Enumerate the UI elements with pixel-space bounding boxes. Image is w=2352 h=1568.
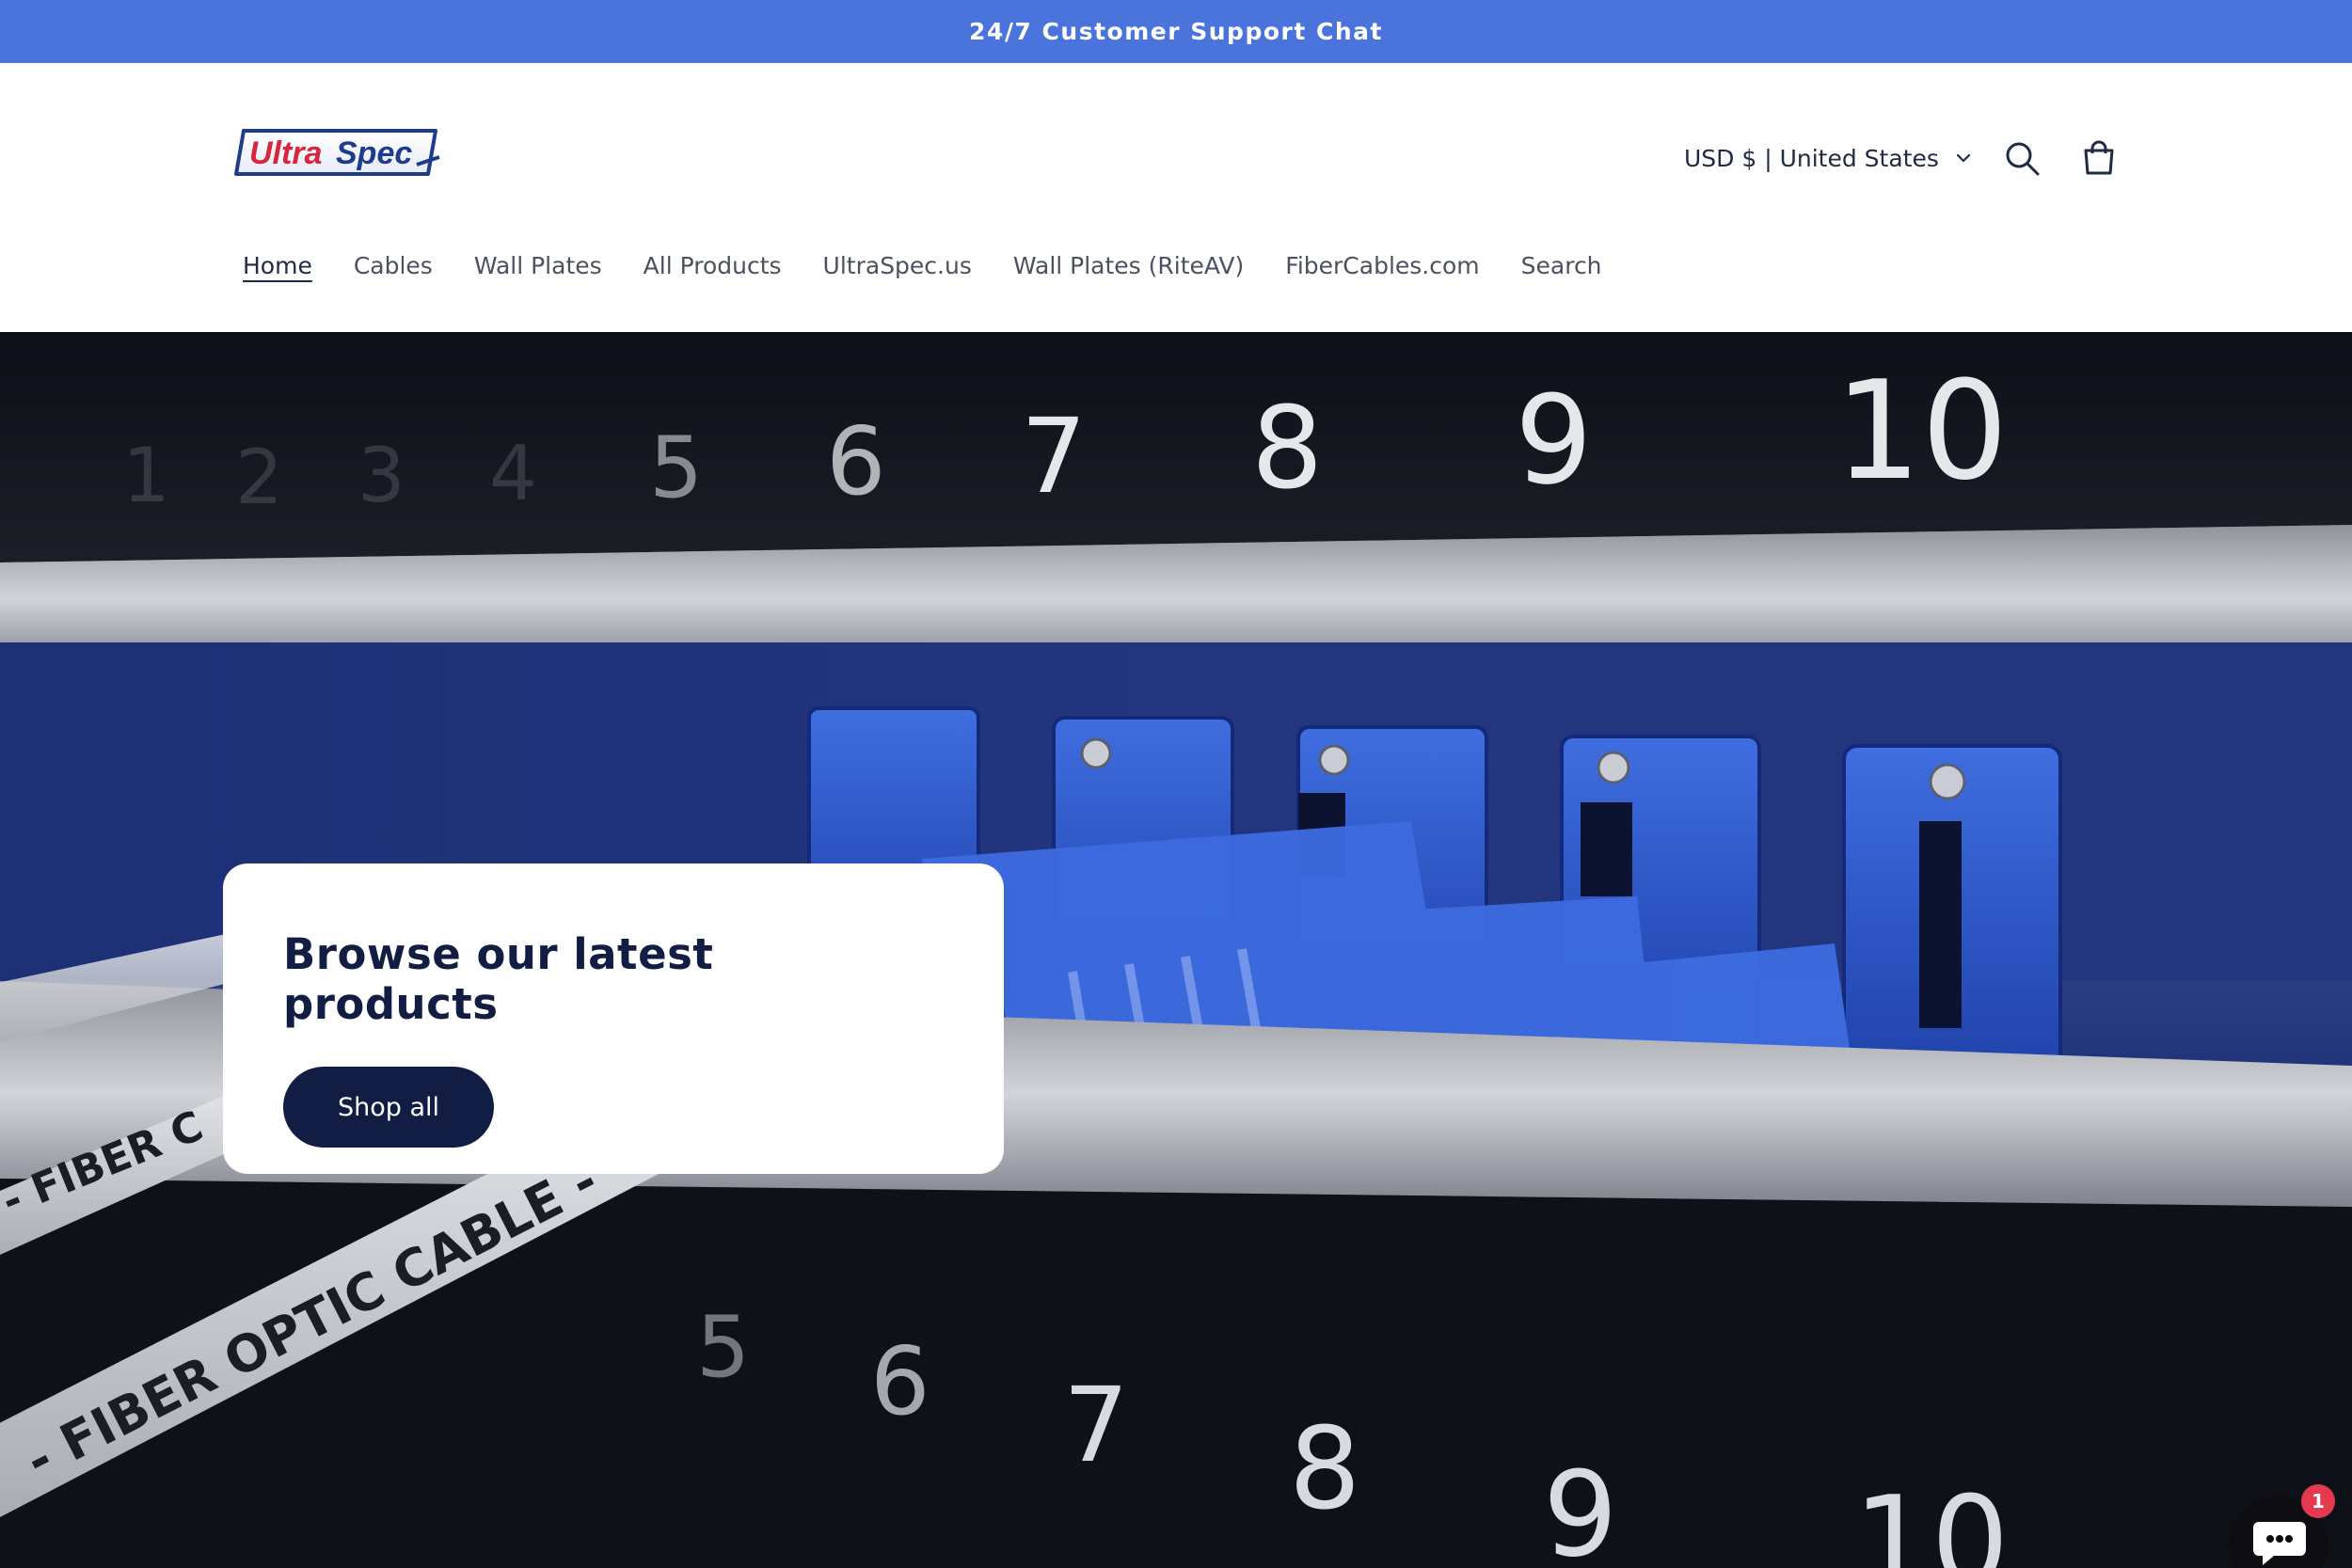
- port-number: 10: [1835, 352, 2009, 511]
- svg-text:2: 2: [235, 434, 283, 521]
- nav-item-home[interactable]: Home: [222, 252, 333, 279]
- port-number: 6: [826, 406, 886, 516]
- logo-text: Ultra Spec: [230, 178, 231, 179]
- port-number: 5: [696, 1298, 750, 1397]
- chat-unread-badge: 1: [2301, 1484, 2335, 1518]
- nav-item-all-products[interactable]: All Products: [623, 252, 803, 279]
- promo-card: Browse our latest products Shop all: [223, 863, 1004, 1174]
- port-number: 9: [1543, 1447, 1618, 1568]
- nav-item-wall-plates-riteav[interactable]: Wall Plates (RiteAV): [993, 252, 1264, 279]
- port-number: 10: [1853, 1469, 2009, 1568]
- search-button[interactable]: [1998, 135, 2045, 182]
- nav-item-wall-plates[interactable]: Wall Plates: [453, 252, 623, 279]
- port-number: 8: [1251, 384, 1323, 515]
- port-number: 9: [1515, 369, 1593, 512]
- logo-mark: Ultra Spec: [234, 129, 440, 176]
- svg-text:Spec: Spec: [336, 135, 412, 171]
- port-number: 7: [1021, 396, 1087, 516]
- search-icon: [2006, 142, 2040, 176]
- port-number: 8: [1289, 1404, 1360, 1535]
- locale-label: USD $ | United States: [1684, 144, 1939, 172]
- shop-all-button[interactable]: Shop all: [283, 1067, 494, 1148]
- site-header: Ultra Spec Ultra Spec USD $ | United Sta…: [0, 63, 2352, 332]
- svg-text:3: 3: [358, 432, 405, 519]
- port-number: 5: [649, 419, 703, 517]
- nav-item-cables[interactable]: Cables: [333, 252, 453, 279]
- chevron-down-icon: [1956, 153, 1970, 163]
- nav-item-fibercables-com[interactable]: FiberCables.com: [1264, 252, 1500, 279]
- logo[interactable]: Ultra Spec Ultra Spec: [230, 127, 445, 178]
- chat-bubble-icon: [2253, 1522, 2306, 1565]
- port-number: 6: [870, 1326, 930, 1436]
- svg-text:4: 4: [489, 430, 537, 517]
- locale-selector[interactable]: USD $ | United States: [1684, 135, 1973, 182]
- announcement-bar[interactable]: 24/7 Customer Support Chat: [0, 0, 2352, 63]
- cart-button[interactable]: [2075, 135, 2122, 182]
- main-nav: Home Cables Wall Plates All Products Ult…: [222, 242, 1623, 289]
- cart-icon: [2084, 140, 2114, 175]
- announcement-text[interactable]: 24/7 Customer Support Chat: [969, 18, 1383, 45]
- nav-item-search[interactable]: Search: [1501, 252, 1623, 279]
- svg-text:Ultra: Ultra: [249, 135, 322, 171]
- hero-banner: 5 6 7 8 9 10 1234 5 6 7 8 9 10 - FIBER O…: [0, 332, 2352, 1568]
- port-number: 7: [1063, 1365, 1129, 1485]
- nav-item-ultraspec-us[interactable]: UltraSpec.us: [803, 252, 993, 279]
- svg-text:1: 1: [122, 432, 170, 519]
- hero-heading: Browse our latest products: [283, 929, 714, 1029]
